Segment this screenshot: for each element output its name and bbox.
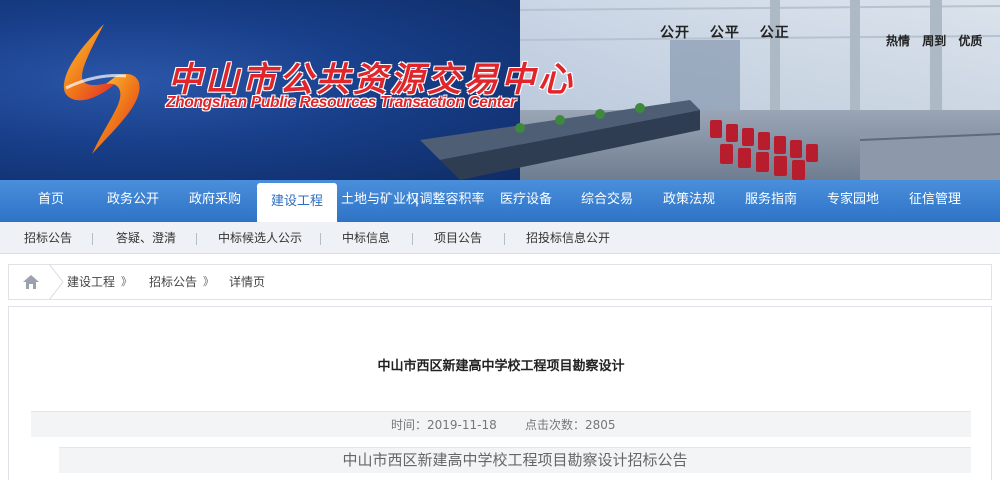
article-meta-bar: 时间：2019-11-18 点击次数：2805 — [31, 411, 971, 437]
slogan-2: 公平 — [709, 25, 740, 41]
nav-item-medical-equipment[interactable]: 医疗设备 — [487, 180, 565, 222]
nav-item-construction[interactable]: 建设工程 — [257, 183, 337, 222]
subnav-item-qa[interactable]: 答疑、澄清 — [116, 222, 176, 254]
site-banner: 中山市公共资源交易中心 Zhongshan Public Resources T… — [0, 0, 1000, 180]
home-icon[interactable] — [23, 275, 39, 289]
nav-item-home[interactable]: 首页 — [12, 180, 90, 222]
nav-item-plot-ratio[interactable]: 调整容积率 — [418, 180, 486, 222]
subnav-item-candidates[interactable]: 中标候选人公示 — [218, 222, 302, 254]
article-panel: 中山市西区新建高中学校工程项目勘察设计 时间：2019-11-18 点击次数：2… — [8, 306, 992, 480]
nav-item-policies[interactable]: 政策法规 — [650, 180, 728, 222]
banner-desks-decoration — [420, 100, 700, 180]
nav-item-service-guide[interactable]: 服务指南 — [732, 180, 810, 222]
service-slogan-1: 热情 — [886, 34, 911, 48]
nav-item-land-mining[interactable]: 土地与矿业权 — [341, 180, 419, 222]
slogan-1: 公开 — [660, 25, 690, 41]
subnav-item-winning-info[interactable]: 中标信息 — [342, 222, 390, 254]
service-slogan-2: 周到 — [922, 34, 947, 48]
nav-item-experts[interactable]: 专家园地 — [814, 180, 892, 222]
subnav-item-project-notice[interactable]: 项目公告 — [434, 222, 482, 254]
nav-item-credit-management[interactable]: 征信管理 — [896, 180, 974, 222]
banner-service-slogans: 热情 周到 优质 — [886, 32, 990, 49]
slogan-3: 公正 — [759, 25, 790, 41]
nav-item-comprehensive-trading[interactable]: 综合交易 — [568, 180, 646, 222]
nav-item-gov-procurement[interactable]: 政府采购 — [176, 180, 254, 222]
sub-nav: 招标公告 答疑、澄清 中标候选人公示 中标信息 项目公告 招投标信息公开 — [0, 222, 1000, 254]
subnav-divider — [196, 233, 197, 245]
breadcrumb-chevron-icon — [48, 264, 64, 300]
view-count: 点击次数：2805 — [525, 418, 616, 432]
subnav-divider — [504, 233, 505, 245]
subnav-item-bidding-disclosure[interactable]: 招投标信息公开 — [526, 222, 610, 254]
center-logo-icon — [63, 24, 140, 154]
breadcrumb-separator: 》 — [121, 275, 132, 288]
breadcrumb-separator: 》 — [203, 275, 214, 288]
breadcrumb-detail-page: 详情页 — [229, 275, 266, 289]
banner-slogans: 公开 公平 公正 — [660, 22, 804, 42]
site-title-english: Zhongshan Public Resources Transaction C… — [166, 94, 516, 111]
subnav-item-tender-notice[interactable]: 招标公告 — [24, 222, 72, 254]
article-title: 中山市西区新建高中学校工程项目勘察设计 — [377, 359, 625, 374]
subnav-divider — [412, 233, 413, 245]
subnav-divider — [320, 233, 321, 245]
article-subtitle-bar: 中山市西区新建高中学校工程项目勘察设计招标公告 — [59, 447, 971, 473]
main-nav: 首页 政务公开 政府采购 建设工程 土地与矿业权 | 调整容积率 医疗设备 综合… — [0, 180, 1000, 222]
banner-ceiling-decoration — [520, 0, 1000, 110]
publish-time: 时间：2019-11-18 — [391, 418, 497, 432]
breadcrumb-construction[interactable]: 建设工程 — [67, 265, 115, 299]
service-slogan-3: 优质 — [958, 34, 983, 48]
banner-seats-decoration — [710, 120, 1000, 180]
nav-item-gov-affairs[interactable]: 政务公开 — [94, 180, 172, 222]
breadcrumb-tender-notice[interactable]: 招标公告 — [149, 265, 197, 299]
subnav-divider — [92, 233, 93, 245]
breadcrumb: 建设工程 》 招标公告 》 详情页 — [8, 264, 992, 300]
article-subtitle: 中山市西区新建高中学校工程项目勘察设计招标公告 — [342, 451, 688, 469]
